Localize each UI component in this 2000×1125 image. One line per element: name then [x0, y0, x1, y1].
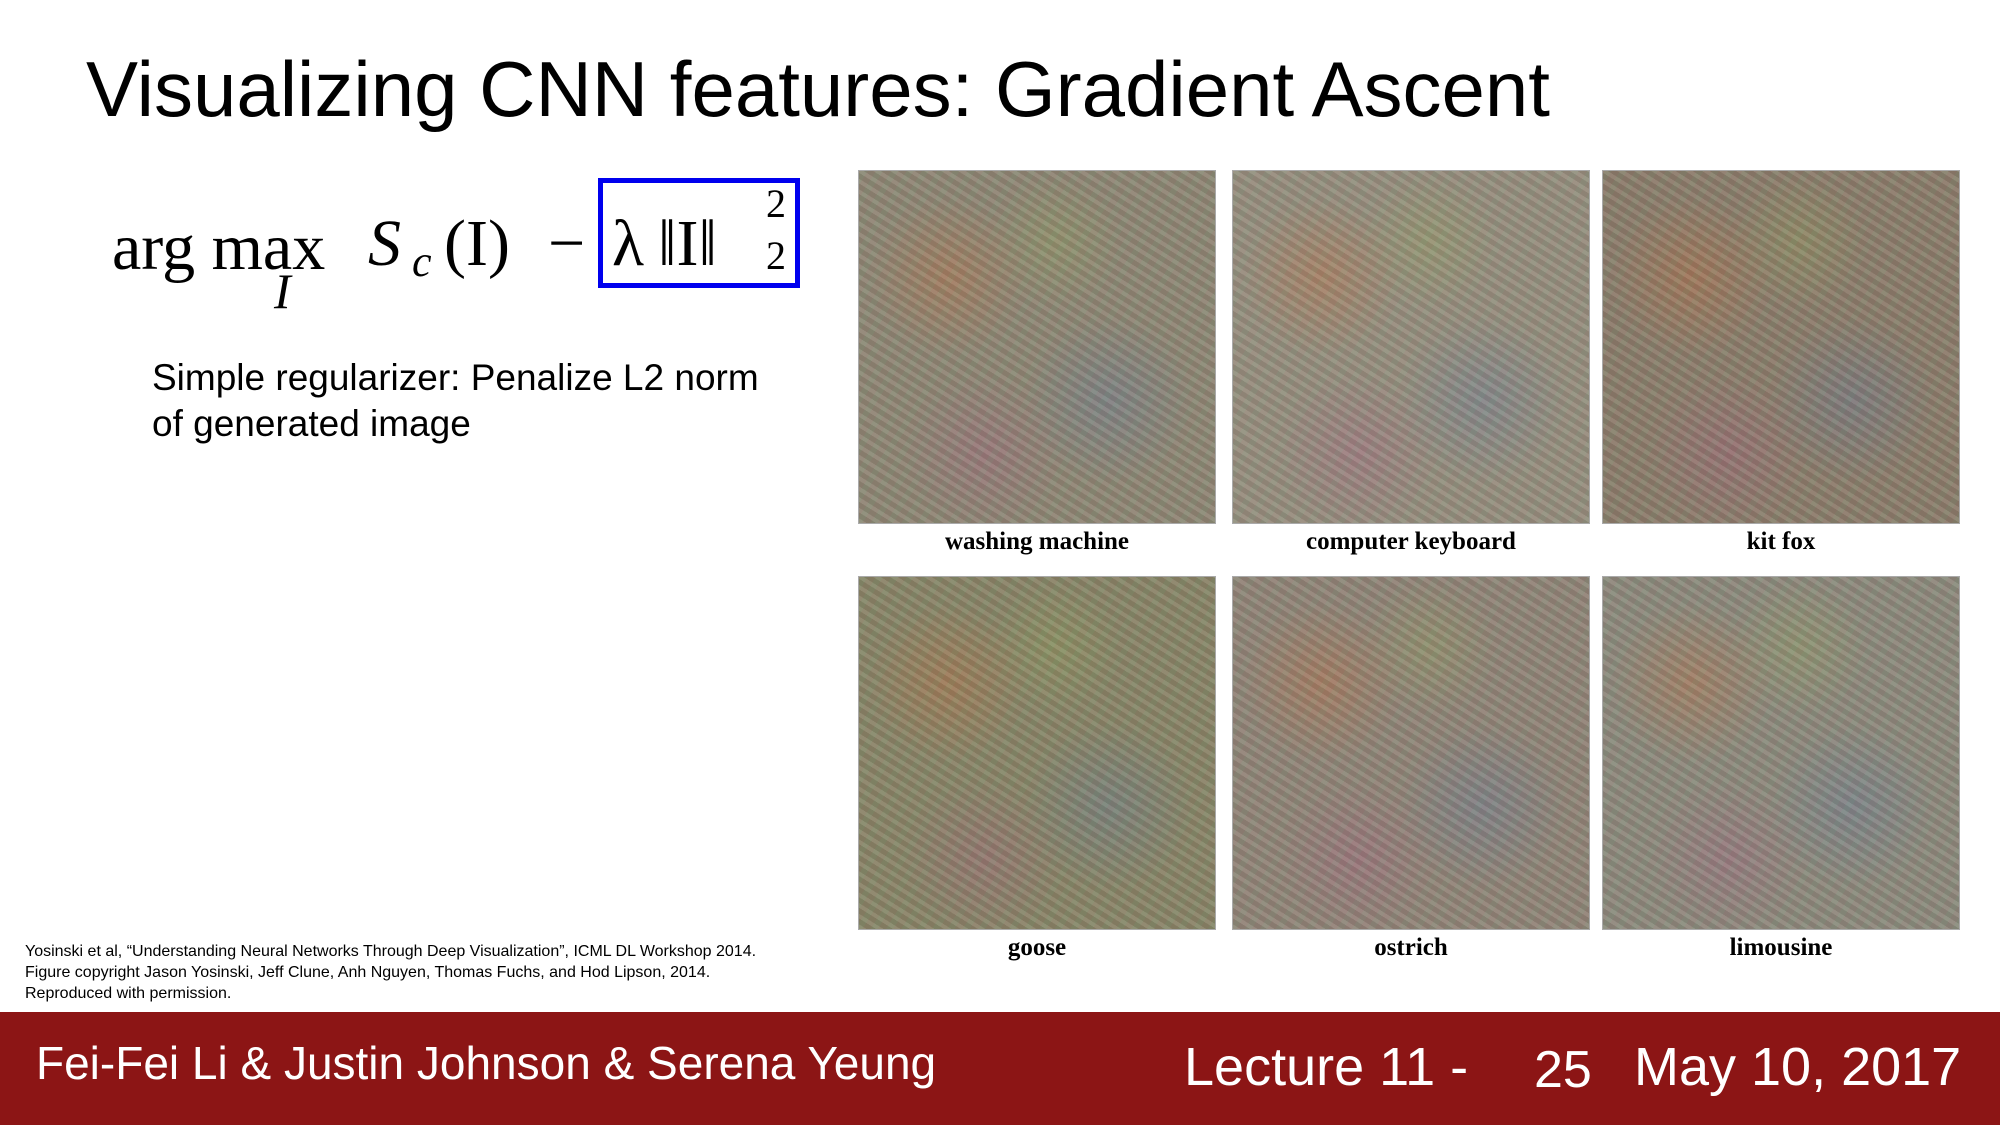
visualization-cell: computer keyboard	[1232, 170, 1590, 556]
regularizer-description: Simple regularizer: Penalize L2 norm of …	[152, 357, 759, 444]
formula-score-argument: (I)	[444, 207, 510, 280]
slide-title: Visualizing CNN features: Gradient Ascen…	[86, 45, 1550, 133]
visualization-cell: ostrich	[1232, 576, 1590, 962]
formula-norm-superscript: 2	[766, 181, 786, 226]
visualization-image	[1602, 170, 1960, 524]
visualization-label: ostrich	[1374, 934, 1448, 961]
visualization-cell: goose	[858, 576, 1216, 962]
visualization-image	[858, 170, 1216, 524]
visualization-image	[1232, 170, 1590, 524]
visualization-grid: washing machine computer keyboard kit fo…	[858, 170, 1962, 962]
citation-line: Figure copyright Jason Yosinski, Jeff Cl…	[25, 964, 711, 981]
visualization-label: computer keyboard	[1306, 528, 1516, 555]
formula-operator: arg max	[112, 211, 326, 284]
formula-norm-subscript: 2	[766, 233, 786, 278]
formula-operator-subscript: I	[274, 263, 291, 319]
formula-lambda: λ	[612, 207, 645, 280]
footer-page-number: 25	[1534, 1041, 1592, 1099]
footer-bar: Fei-Fei Li & Justin Johnson & Serena Yeu…	[0, 1012, 2000, 1125]
visualization-cell: limousine	[1602, 576, 1960, 962]
visualization-image	[1602, 576, 1960, 930]
visualization-label: limousine	[1729, 934, 1833, 961]
footer-date: May 10, 2017	[1634, 1037, 1962, 1097]
objective-formula: arg max I S c (I) − λ ‖I‖ 2 2	[112, 170, 812, 320]
visualization-label: goose	[1007, 934, 1067, 961]
citation: Yosinski et al, “Understanding Neural Ne…	[25, 941, 825, 1004]
visualization-cell: kit fox	[1602, 170, 1960, 556]
citation-line: Reproduced with permission.	[25, 985, 232, 1002]
citation-line: Yosinski et al, “Understanding Neural Ne…	[25, 943, 757, 960]
formula-score: S	[368, 207, 401, 280]
visualization-image	[858, 576, 1216, 930]
formula-score-subscript: c	[412, 237, 432, 286]
formula-norm: ‖I‖	[658, 207, 718, 280]
footer-lecture: Lecture 11 -	[1184, 1037, 1469, 1097]
visualization-image	[1232, 576, 1590, 930]
formula-minus: −	[548, 207, 586, 280]
visualization-label: kit fox	[1746, 528, 1816, 555]
footer-authors: Fei-Fei Li & Justin Johnson & Serena Yeu…	[36, 1037, 937, 1089]
visualization-cell: washing machine	[858, 170, 1216, 556]
visualization-label: washing machine	[944, 528, 1130, 555]
